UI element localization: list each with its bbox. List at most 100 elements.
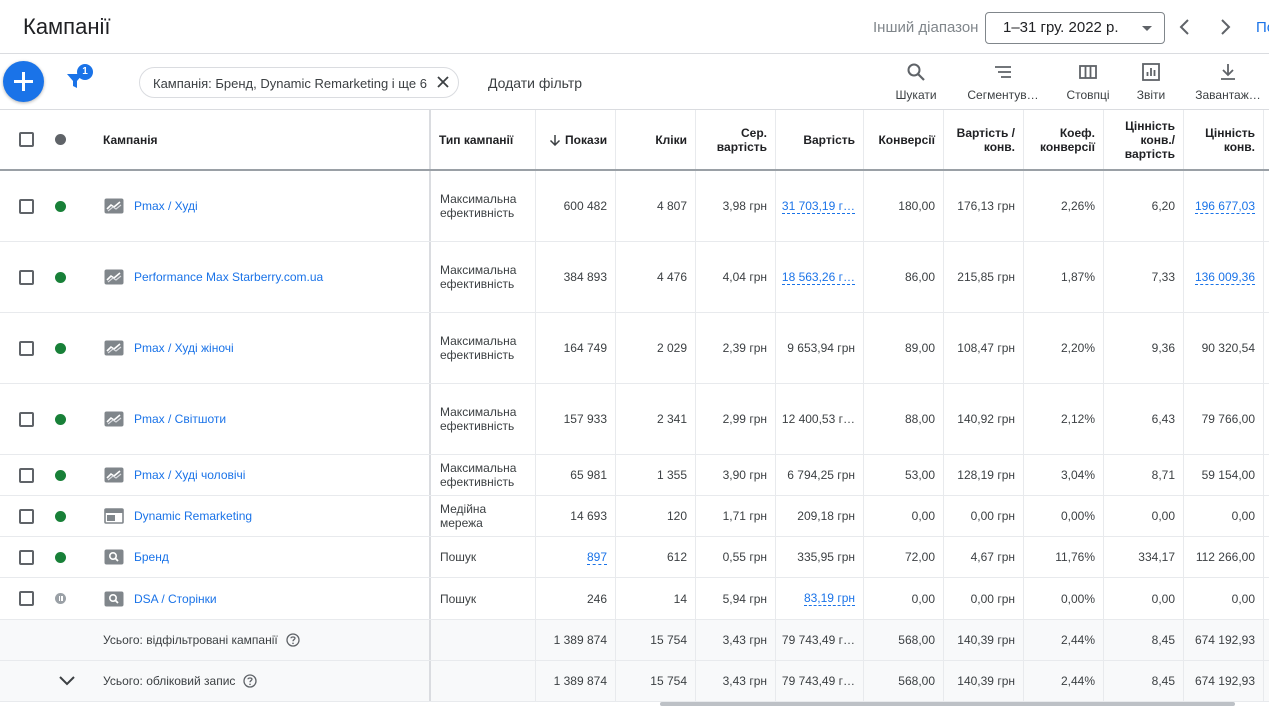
header-conv-value[interactable]: Цінність конв. [1183, 110, 1263, 169]
status-enabled-icon[interactable] [55, 510, 66, 522]
table-row[interactable]: Performance Max Starberry.com.ua Максимал… [0, 242, 1269, 313]
cost-total: 79 743,49 г… [781, 633, 855, 647]
status-paused-icon[interactable] [55, 593, 66, 604]
status-enabled-icon[interactable] [55, 271, 66, 283]
clicks-value: 120 [666, 509, 687, 523]
add-filter-button[interactable]: Додати фільтр [488, 75, 582, 91]
clicks-cell: 1 355 [615, 455, 695, 495]
value-cost-cell: 6,20 [1103, 171, 1183, 241]
table-row[interactable]: DSA / Сторінки Пошук 246 14 5,94 грн 83,19 гр… [0, 578, 1269, 620]
add-button[interactable] [3, 61, 44, 102]
table-row[interactable]: Pmax / Худі жіночі Максимальна ефективніст… [0, 313, 1269, 384]
help-icon[interactable] [243, 674, 258, 688]
campaign-name-link[interactable]: Бренд [134, 550, 169, 564]
header-impressions[interactable]: Покази [535, 110, 615, 169]
header-avg-cost-line1: Сер. [740, 125, 767, 140]
cost-total-cell: 79 743,49 г… [775, 661, 863, 701]
status-enabled-icon[interactable] [55, 469, 66, 481]
campaign-type-line1: Максимальна [440, 192, 517, 206]
cost-conv-total: 140,39 грн [957, 633, 1015, 647]
reports-tool-button[interactable]: Звіти [1132, 62, 1170, 106]
header-cost-per-conv[interactable]: Вартість / конв. [943, 110, 1023, 169]
row-checkbox[interactable] [19, 508, 34, 524]
cost-cell: 12 400,53 г… [775, 384, 863, 454]
row-edge [1263, 171, 1269, 241]
cost-conv-total-cell: 140,39 грн [943, 661, 1023, 701]
status-enabled-icon[interactable] [55, 551, 66, 563]
segment-tool-button[interactable]: Сегментув… [964, 62, 1042, 106]
status-header[interactable] [55, 110, 69, 169]
row-checkbox[interactable] [19, 467, 34, 483]
table-row[interactable]: Pmax / Худі Максимальна ефективність 600 48… [0, 171, 1269, 242]
cost-link[interactable]: 18 563,26 г… [781, 270, 855, 285]
date-range-picker[interactable]: 1–31 гру. 2022 р. [985, 12, 1165, 44]
header-cut-link[interactable]: По [1256, 19, 1269, 36]
status-enabled-icon[interactable] [55, 200, 66, 212]
status-enabled-icon[interactable] [55, 413, 66, 425]
impressions-total: 1 389 874 [553, 674, 607, 688]
clicks-value: 2 029 [656, 341, 687, 355]
cost-conv-cell: 176,13 грн [943, 171, 1023, 241]
header-value-per-cost[interactable]: Цінність конв./вартість [1103, 110, 1183, 169]
campaign-name-link[interactable]: Pmax / Худі [134, 199, 198, 213]
row-checkbox[interactable] [19, 411, 34, 427]
campaign-type-cell: Максимальна ефективність [429, 171, 535, 241]
table-row[interactable]: Pmax / Світшоти Максимальна ефективність 15… [0, 384, 1269, 455]
row-checkbox[interactable] [19, 549, 34, 565]
cost-cell: 6 794,25 грн [775, 455, 863, 495]
status-enabled-icon[interactable] [55, 342, 66, 354]
campaign-name-link[interactable]: Pmax / Худі чоловічі [134, 468, 245, 482]
performance-max-icon [104, 340, 124, 356]
header-clicks[interactable]: Кліки [615, 110, 695, 169]
cost-conv-value: 4,67 грн [970, 550, 1015, 564]
help-icon[interactable] [286, 633, 300, 647]
table-row[interactable]: Pmax / Худі чоловічі Максимальна ефективні… [0, 455, 1269, 496]
horizontal-scrollbar[interactable] [660, 702, 1235, 706]
header-campaign-type[interactable]: Тип кампанії [429, 110, 535, 169]
impressions-link[interactable]: 897 [586, 550, 607, 565]
download-tool-button[interactable]: Завантаж… [1189, 62, 1267, 106]
cost-conv-value: 176,13 грн [957, 199, 1015, 213]
campaign-cell: Pmax / Світшоти [104, 384, 424, 454]
header-conversions[interactable]: Конверсії [863, 110, 943, 169]
header-cost[interactable]: Вартість [775, 110, 863, 169]
avg-cost-cell: 3,98 грн [695, 171, 775, 241]
row-checkbox[interactable] [19, 340, 34, 356]
search-tool-button[interactable]: Шукати [893, 62, 939, 106]
conv-value-link[interactable]: 136 009,36 [1194, 270, 1255, 285]
conversions-cell: 89,00 [863, 313, 943, 383]
chevron-right-icon[interactable] [1215, 17, 1235, 37]
select-all-checkbox[interactable] [19, 132, 34, 147]
cost-link[interactable]: 31 703,19 г… [781, 199, 855, 214]
header-avg-cost[interactable]: Сер. вартість [695, 110, 775, 169]
campaign-name-link[interactable]: Performance Max Starberry.com.ua [134, 270, 323, 284]
reports-tool-label: Звіти [1136, 88, 1166, 102]
row-edge [1263, 620, 1269, 660]
conv-value-total: 674 192,93 [1194, 674, 1255, 688]
cost-link[interactable]: 83,19 грн [803, 591, 855, 606]
campaign-name-link[interactable]: DSA / Сторінки [134, 592, 217, 606]
totals-label: Усього: обліковий запис [103, 674, 236, 688]
row-checkbox[interactable] [19, 591, 34, 606]
avg-cost-value: 4,04 грн [722, 270, 767, 284]
table-row[interactable]: Бренд Пошук 897 612 0,55 грн 335,95 грн 72,00 4… [0, 537, 1269, 578]
campaign-type-line1: Медійна [440, 502, 487, 516]
search-campaign-icon [104, 549, 124, 565]
conv-value-cell: 79 766,00 [1183, 384, 1263, 454]
chevron-down-icon[interactable] [58, 675, 76, 687]
row-checkbox[interactable] [19, 198, 34, 214]
header-campaign[interactable]: Кампанія [103, 110, 423, 169]
close-icon[interactable] [436, 75, 450, 89]
row-checkbox[interactable] [19, 269, 34, 285]
columns-tool-button[interactable]: Стовпці [1062, 62, 1114, 106]
campaign-name-link[interactable]: Pmax / Худі жіночі [134, 341, 234, 355]
chevron-left-icon[interactable] [1175, 17, 1195, 37]
header-conv-rate[interactable]: Коеф. конверсії [1023, 110, 1103, 169]
campaign-name-link[interactable]: Dynamic Remarketing [134, 509, 252, 523]
filter-chip[interactable]: Кампанія: Бренд, Dynamic Remarketing і щ… [139, 67, 459, 98]
totals-label-cell: Усього: обліковий запис [103, 661, 423, 701]
table-row[interactable]: Dynamic Remarketing Медійна мережа 14 693 12… [0, 496, 1269, 537]
conv-value-link[interactable]: 196 677,03 [1194, 199, 1255, 214]
segment-tool-label: Сегментув… [967, 88, 1039, 102]
campaign-name-link[interactable]: Pmax / Світшоти [134, 412, 226, 426]
